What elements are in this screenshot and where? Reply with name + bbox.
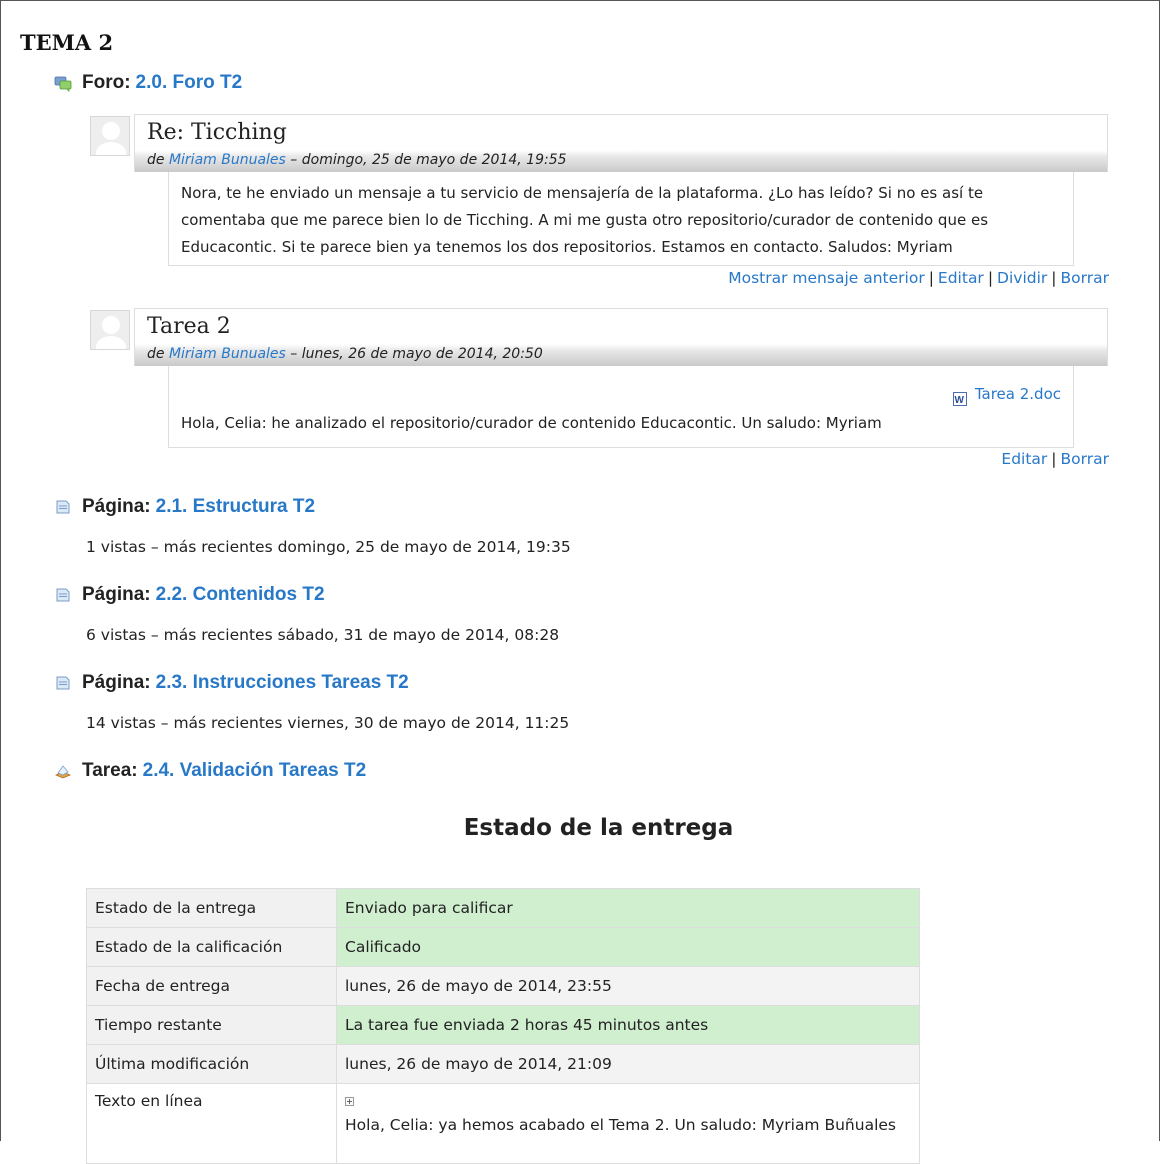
post-date: – domingo, 25 de mayo de 2014, 19:55	[285, 152, 567, 168]
svg-text:W: W	[954, 395, 964, 406]
table-row: Estado de la entrega Enviado para califi…	[86, 888, 920, 928]
activity-page[interactable]: Página: 2.2. Contenidos T2	[54, 583, 325, 607]
section-title: TEMA 2	[20, 30, 114, 55]
activity-type-label: Página:	[82, 672, 151, 693]
row-value: La tarea fue enviada 2 horas 45 minutos …	[336, 1005, 920, 1045]
page-icon	[54, 586, 72, 604]
expand-icon[interactable]	[345, 1097, 354, 1106]
page-link[interactable]: 2.1. Estructura T2	[156, 496, 315, 518]
row-value: lunes, 26 de mayo de 2014, 23:55	[336, 966, 920, 1006]
row-value-online-text: Hola, Celia: ya hemos acabado el Tema 2.…	[336, 1083, 920, 1164]
online-text: Hola, Celia: ya hemos acabado el Tema 2.…	[345, 1116, 896, 1134]
table-row: Estado de la calificación Calificado	[86, 927, 920, 967]
author-link[interactable]: Miriam Bunuales	[169, 152, 286, 168]
assignment-link[interactable]: 2.4. Validación Tareas T2	[143, 760, 367, 782]
post-body: W Tarea 2.doc Hola, Celia: he analizado …	[168, 366, 1074, 448]
post-byline: de Miriam Bunuales – lunes, 26 de mayo d…	[147, 346, 543, 362]
page-icon	[54, 674, 72, 692]
activity-forum[interactable]: Foro: 2.0. Foro T2	[54, 71, 242, 95]
attachment[interactable]: W Tarea 2.doc	[952, 381, 1061, 408]
post-subject: Tarea 2	[147, 314, 231, 339]
row-value: Calificado	[336, 927, 920, 967]
row-key: Estado de la entrega	[86, 888, 337, 928]
post-message: Nora, te he enviado un mensaje a tu serv…	[168, 172, 1074, 266]
post-subject: Re: Ticching	[147, 120, 287, 145]
post-commands: Mostrar mensaje anterior | Editar | Dividir |…	[728, 269, 1109, 287]
post-header: Re: Ticching de Miriam Bunuales – doming…	[134, 114, 1108, 172]
activity-type-label: Tarea:	[82, 760, 138, 781]
page-icon	[54, 498, 72, 516]
author-link[interactable]: Miriam Bunuales	[169, 346, 286, 362]
attachment-link[interactable]: Tarea 2.doc	[975, 381, 1061, 408]
avatar[interactable]	[90, 310, 130, 350]
forum-link[interactable]: 2.0. Foro T2	[136, 72, 243, 94]
submission-status-table: Estado de la entrega Enviado para califi…	[86, 888, 920, 1164]
row-key: Texto en línea	[86, 1083, 337, 1164]
row-value: lunes, 26 de mayo de 2014, 21:09	[336, 1044, 920, 1084]
post-date: – lunes, 26 de mayo de 2014, 20:50	[285, 346, 543, 362]
activity-page[interactable]: Página: 2.3. Instrucciones Tareas T2	[54, 671, 409, 695]
forum-icon	[54, 74, 72, 93]
row-key: Última modificación	[86, 1044, 337, 1084]
delete-link[interactable]: Borrar	[1061, 269, 1109, 287]
table-row: Fecha de entrega lunes, 26 de mayo de 20…	[86, 966, 920, 1006]
table-row: Texto en línea Hola, Celia: ya hemos aca…	[86, 1083, 920, 1164]
avatar[interactable]	[90, 116, 130, 156]
activity-type-label: Foro:	[82, 72, 131, 93]
byline-prefix: de	[147, 346, 165, 362]
show-parent-link[interactable]: Mostrar mensaje anterior	[728, 269, 924, 287]
row-key: Fecha de entrega	[86, 966, 337, 1006]
page-link[interactable]: 2.2. Contenidos T2	[156, 584, 325, 606]
activity-type-label: Página:	[82, 496, 151, 517]
split-link[interactable]: Dividir	[997, 269, 1047, 287]
delete-link[interactable]: Borrar	[1061, 450, 1109, 468]
row-value: Enviado para calificar	[336, 888, 920, 928]
row-key: Estado de la calificación	[86, 927, 337, 967]
activity-assignment[interactable]: Tarea: 2.4. Validación Tareas T2	[54, 759, 366, 783]
edit-link[interactable]: Editar	[938, 269, 984, 287]
page-views: 1 vistas – más recientes domingo, 25 de …	[86, 538, 571, 556]
submission-status-heading: Estado de la entrega	[463, 815, 734, 841]
edit-link[interactable]: Editar	[1001, 450, 1047, 468]
post-header: Tarea 2 de Miriam Bunuales – lunes, 26 d…	[134, 308, 1108, 366]
post-commands: Editar | Borrar	[1001, 450, 1109, 468]
table-row: Última modificación lunes, 26 de mayo de…	[86, 1044, 920, 1084]
page-views: 14 vistas – más recientes viernes, 30 de…	[86, 714, 570, 732]
activity-type-label: Página:	[82, 584, 151, 605]
post-byline: de Miriam Bunuales – domingo, 25 de mayo…	[147, 152, 567, 168]
page-views: 6 vistas – más recientes sábado, 31 de m…	[86, 626, 560, 644]
assignment-icon	[54, 762, 72, 780]
activity-page[interactable]: Página: 2.1. Estructura T2	[54, 495, 315, 519]
word-doc-icon: W	[952, 388, 967, 406]
page-link[interactable]: 2.3. Instrucciones Tareas T2	[156, 672, 409, 694]
post-message: Hola, Celia: he analizado el repositorio…	[181, 414, 882, 432]
row-key: Tiempo restante	[86, 1005, 337, 1045]
table-row: Tiempo restante La tarea fue enviada 2 h…	[86, 1005, 920, 1045]
byline-prefix: de	[147, 152, 165, 168]
